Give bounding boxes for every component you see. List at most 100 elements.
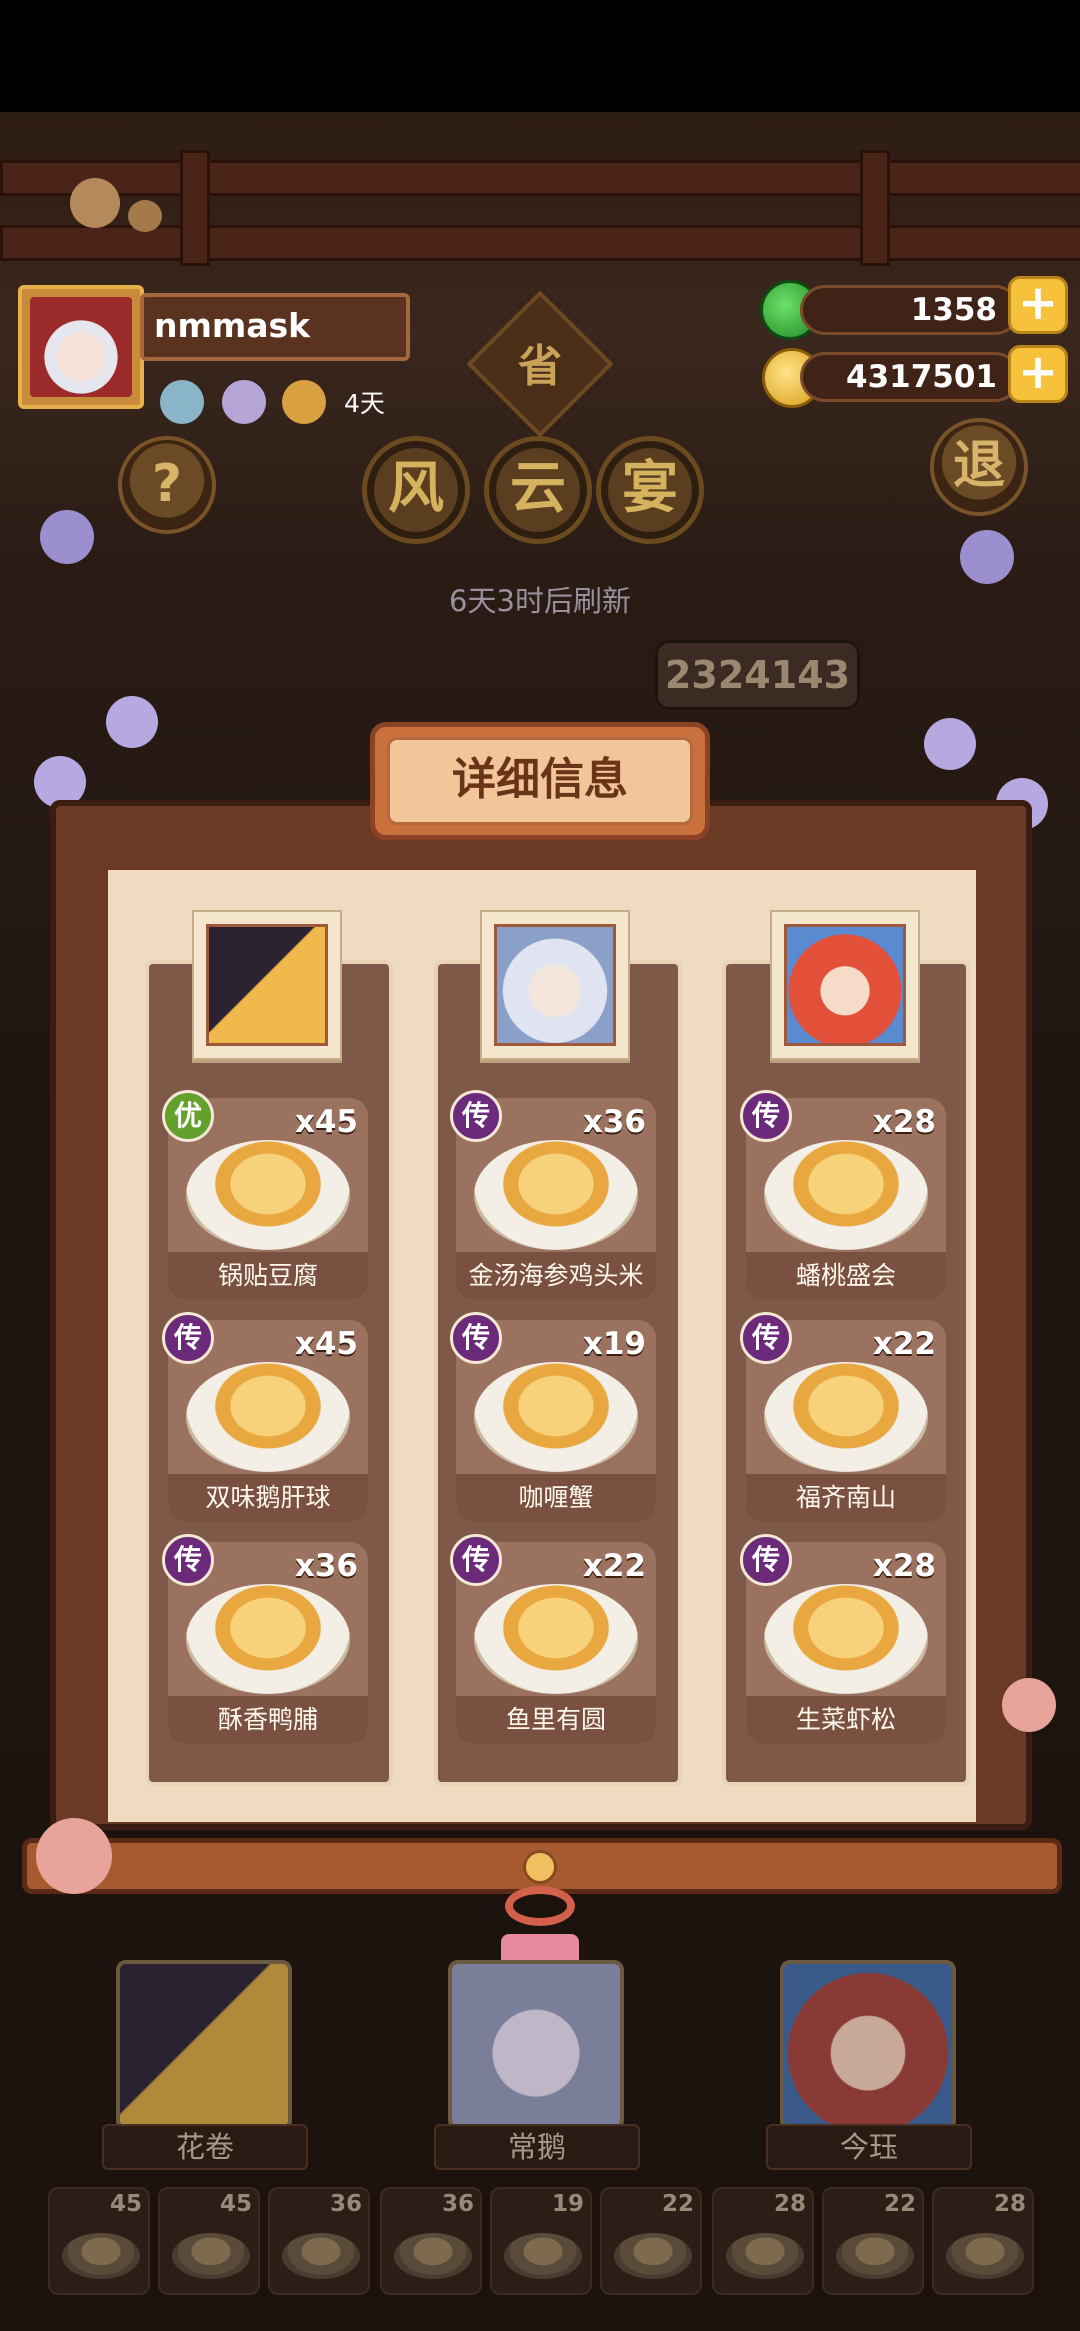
flower-decoration xyxy=(960,530,1014,584)
quality-badge: 传 xyxy=(450,1534,502,1586)
dish-count: x36 xyxy=(294,1548,358,1584)
dish-name: 福齐南山 xyxy=(746,1474,946,1522)
dish-slot-image xyxy=(504,2233,582,2279)
dish-image xyxy=(764,1362,928,1472)
dish-slot-image xyxy=(394,2233,472,2279)
roof-beam xyxy=(0,160,1080,196)
dish-slot[interactable]: 19 xyxy=(490,2187,592,2295)
dish-card[interactable]: 传 x28 生菜虾松 xyxy=(740,1534,946,1744)
dish-count: x36 xyxy=(582,1104,646,1140)
help-button[interactable]: ? xyxy=(118,436,216,534)
avatar-image xyxy=(30,297,132,397)
panel-title-plate: 详细信息 xyxy=(370,722,710,840)
dish-image xyxy=(764,1584,928,1694)
roof-beam xyxy=(0,225,1080,261)
event-title-char: 云 xyxy=(484,436,592,544)
dish-slot[interactable]: 45 xyxy=(158,2187,260,2295)
coin-amount: 4317501 xyxy=(800,352,1020,402)
dish-card[interactable]: 传 x22 鱼里有圆 xyxy=(450,1534,656,1744)
flower-decoration xyxy=(1002,1678,1056,1732)
dish-slot-count: 28 xyxy=(773,2191,806,2217)
dish-slot-count: 45 xyxy=(109,2191,142,2217)
character-card[interactable] xyxy=(448,1960,624,2130)
quality-badge: 传 xyxy=(162,1534,214,1586)
chef-portrait[interactable] xyxy=(192,910,342,1060)
exit-button[interactable]: 退 xyxy=(930,418,1028,516)
character-card[interactable] xyxy=(780,1960,956,2130)
dish-card[interactable]: 传 x28 蟠桃盛会 xyxy=(740,1090,946,1300)
panel-title: 详细信息 xyxy=(387,737,693,825)
dish-slot-count: 19 xyxy=(551,2191,584,2217)
chef-portrait-image xyxy=(206,924,328,1046)
dish-name: 酥香鸭脯 xyxy=(168,1696,368,1744)
dish-slot[interactable]: 36 xyxy=(380,2187,482,2295)
dish-name: 鱼里有圆 xyxy=(456,1696,656,1744)
quality-badge: 传 xyxy=(450,1090,502,1142)
refresh-timer: 6天3时后刷新 xyxy=(449,584,631,618)
event-title-char: 风 xyxy=(362,436,470,544)
dish-count: x28 xyxy=(872,1104,936,1140)
flower-decoration xyxy=(40,510,94,564)
dish-slot-count: 45 xyxy=(219,2191,252,2217)
dish-image xyxy=(474,1584,638,1694)
dish-slot-image xyxy=(946,2233,1024,2279)
dish-image xyxy=(186,1584,350,1694)
player-avatar[interactable] xyxy=(18,285,144,409)
dish-card[interactable]: 优 x45 锅贴豆腐 xyxy=(162,1090,368,1300)
dish-name: 锅贴豆腐 xyxy=(168,1252,368,1300)
dish-count: x19 xyxy=(582,1326,646,1362)
dish-slot-image xyxy=(614,2233,692,2279)
chef-portrait-image xyxy=(494,924,616,1046)
dish-card[interactable]: 传 x19 咖喱蟹 xyxy=(450,1312,656,1522)
potion-icon[interactable] xyxy=(160,380,204,424)
chef-portrait[interactable] xyxy=(480,910,630,1060)
quality-badge: 传 xyxy=(162,1312,214,1364)
add-jade-button[interactable]: + xyxy=(1008,276,1068,334)
dish-image xyxy=(186,1362,350,1472)
region-char: 省 xyxy=(518,341,562,392)
event-score: 2324143 xyxy=(655,640,860,710)
dish-slot-count: 28 xyxy=(993,2191,1026,2217)
dish-slot[interactable]: 28 xyxy=(932,2187,1034,2295)
add-coin-button[interactable]: + xyxy=(1008,345,1068,403)
player-name: nmmask xyxy=(140,293,410,361)
dish-name: 蟠桃盛会 xyxy=(746,1252,946,1300)
dish-image xyxy=(186,1140,350,1250)
dish-image xyxy=(474,1362,638,1472)
character-card[interactable] xyxy=(116,1960,292,2130)
dish-count: x28 xyxy=(872,1548,936,1584)
chef-portrait[interactable] xyxy=(770,910,920,1060)
dish-count: x45 xyxy=(294,1326,358,1362)
dish-card[interactable]: 传 x22 福齐南山 xyxy=(740,1312,946,1522)
dish-card[interactable]: 传 x36 酥香鸭脯 xyxy=(162,1534,368,1744)
pet-icon[interactable] xyxy=(222,380,266,424)
quality-badge: 传 xyxy=(740,1090,792,1142)
quality-badge: 传 xyxy=(740,1312,792,1364)
flower-decoration xyxy=(106,696,158,748)
dish-count: x22 xyxy=(582,1548,646,1584)
roof-post xyxy=(860,150,890,266)
dish-slot[interactable]: 28 xyxy=(712,2187,814,2295)
days-label: 4天 xyxy=(344,389,385,418)
dish-slot[interactable]: 36 xyxy=(268,2187,370,2295)
character-name: 常鹅 xyxy=(434,2124,640,2170)
dish-slot-image xyxy=(172,2233,250,2279)
dish-slot[interactable]: 45 xyxy=(48,2187,150,2295)
dish-slot-image xyxy=(282,2233,360,2279)
dish-count: x22 xyxy=(872,1326,936,1362)
dish-name: 双味鹅肝球 xyxy=(168,1474,368,1522)
dish-image xyxy=(764,1140,928,1250)
quality-badge: 传 xyxy=(740,1534,792,1586)
character-name: 花卷 xyxy=(102,2124,308,2170)
dish-slot[interactable]: 22 xyxy=(600,2187,702,2295)
dish-image xyxy=(474,1140,638,1250)
key-icon[interactable] xyxy=(282,380,326,424)
dish-card[interactable]: 传 x45 双味鹅肝球 xyxy=(162,1312,368,1522)
dish-slot-count: 22 xyxy=(661,2191,694,2217)
event-title-char: 宴 xyxy=(596,436,704,544)
chick-decoration xyxy=(70,178,120,228)
roof-post xyxy=(180,150,210,266)
dish-card[interactable]: 传 x36 金汤海参鸡头米 xyxy=(450,1090,656,1300)
dish-slot-count: 36 xyxy=(329,2191,362,2217)
dish-slot[interactable]: 22 xyxy=(822,2187,924,2295)
